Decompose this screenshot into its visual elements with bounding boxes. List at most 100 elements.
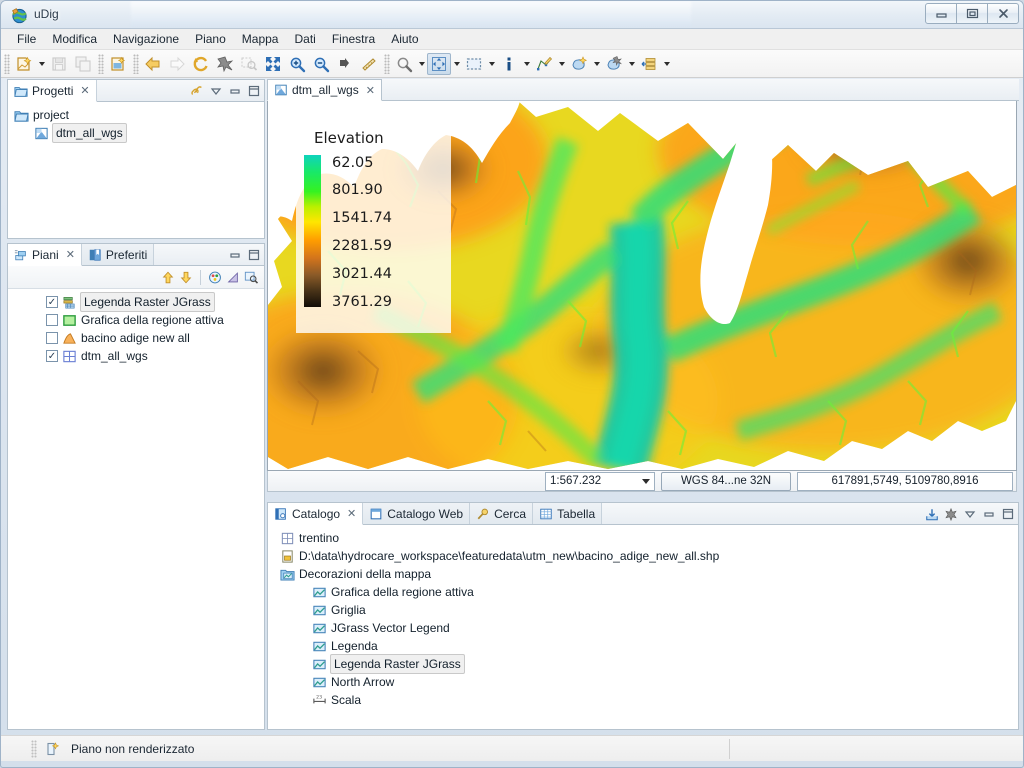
link-icon[interactable]	[190, 84, 204, 98]
new-page-button[interactable]	[106, 53, 130, 75]
layers-list[interactable]: ✓ Legenda Raster JGrass Grafica della re…	[8, 289, 264, 365]
view-menu-icon[interactable]	[209, 84, 223, 98]
layer-checkbox[interactable]	[46, 314, 58, 326]
layer-row-bacino-adige[interactable]: bacino adige new all	[14, 329, 264, 347]
tab-catalogo-web[interactable]: Catalogo Web	[363, 503, 471, 524]
style-icon[interactable]	[208, 270, 222, 284]
tab-dtm-all-wgs-editor-close[interactable]: ✕	[366, 84, 375, 97]
layer-row-grafica-regione[interactable]: Grafica della regione attiva	[14, 311, 264, 329]
delete-feature-dropdown[interactable]	[626, 53, 637, 75]
view-menu-icon[interactable]	[963, 507, 977, 521]
pan-tool-dropdown[interactable]	[451, 53, 462, 75]
catalog-row-trentino[interactable]: trentino	[280, 529, 1018, 547]
zoom-out-button[interactable]	[309, 53, 333, 75]
pan-tool-button[interactable]	[427, 52, 451, 75]
tree-item-project[interactable]: project	[14, 106, 264, 124]
tab-progetti-close[interactable]: ✕	[80, 84, 89, 97]
save-all-button[interactable]	[71, 53, 95, 75]
toolbar-grip-3[interactable]	[133, 53, 139, 74]
zoom-tool-button[interactable]	[392, 53, 416, 75]
zoom-selection-button[interactable]	[237, 53, 261, 75]
forward-button[interactable]	[165, 53, 189, 75]
toolbar-grip-4[interactable]	[384, 53, 390, 74]
maximize-view-icon[interactable]	[247, 248, 261, 262]
crs-button[interactable]: WGS 84...ne 32N	[661, 471, 791, 491]
maximize-view-icon[interactable]	[1001, 507, 1015, 521]
catalog-tree[interactable]: trentino D:\data\hydrocare_workspace\fea…	[268, 525, 1018, 729]
edit-geometry-dropdown[interactable]	[556, 53, 567, 75]
add-feature-dropdown[interactable]	[591, 53, 602, 75]
tab-cerca[interactable]: Cerca	[470, 503, 534, 524]
maximize-view-icon[interactable]	[247, 84, 261, 98]
layer-checkbox[interactable]: ✓	[46, 350, 58, 362]
tree-item-dtm[interactable]: dtm_all_wgs	[14, 123, 264, 143]
projects-tree[interactable]: project dtm_all_wgs	[8, 102, 264, 238]
move-up-icon[interactable]	[161, 270, 175, 284]
new-map-dropdown[interactable]	[36, 53, 47, 75]
catalog-row-jgrass-vector-legend[interactable]: JGrass Vector Legend	[280, 619, 1018, 637]
remove-icon[interactable]	[944, 507, 958, 521]
minimize-view-icon[interactable]	[228, 248, 242, 262]
stop-render-button[interactable]	[213, 53, 237, 75]
new-map-button[interactable]	[12, 53, 36, 75]
ruler-button[interactable]	[357, 53, 381, 75]
tab-catalogo-close[interactable]: ✕	[347, 507, 356, 520]
catalog-row-scala[interactable]: 23 Scala	[280, 691, 1018, 709]
select-box-button[interactable]	[462, 53, 486, 75]
scale-combo[interactable]: 1:567.232	[545, 471, 655, 491]
info-tool-button[interactable]	[497, 53, 521, 75]
back-button[interactable]	[141, 53, 165, 75]
tab-tabella[interactable]: Tabella	[533, 503, 603, 524]
catalog-row-decorazioni[interactable]: Decorazioni della mappa	[280, 565, 1018, 583]
menu-item-aiuto[interactable]: Aiuto	[383, 30, 426, 48]
minimize-view-icon[interactable]	[982, 507, 996, 521]
pan-next-button[interactable]	[333, 53, 357, 75]
info-tool-dropdown[interactable]	[521, 53, 532, 75]
layer-stack-dropdown[interactable]	[661, 53, 672, 75]
tab-catalogo[interactable]: Catalogo ✕	[268, 503, 364, 525]
minimize-view-icon[interactable]	[228, 84, 242, 98]
refresh-button[interactable]	[189, 53, 213, 75]
import-icon[interactable]	[925, 507, 939, 521]
select-box-dropdown[interactable]	[486, 53, 497, 75]
delete-feature-button[interactable]	[602, 53, 626, 75]
layer-row-dtm-all-wgs[interactable]: ✓ dtm_all_wgs	[14, 347, 264, 365]
map-canvas[interactable]: Elevation 62.05 801.90 1541.74 2281.59 3…	[267, 101, 1017, 471]
zoom-tool-dropdown[interactable]	[416, 53, 427, 75]
zoom-extent-button[interactable]	[261, 53, 285, 75]
maximize-button[interactable]	[956, 3, 988, 24]
layer-row-legenda-raster[interactable]: ✓ Legenda Raster JGrass	[14, 292, 264, 312]
menu-item-navigazione[interactable]: Navigazione	[105, 30, 187, 48]
tab-preferiti[interactable]: Preferiti	[81, 244, 155, 265]
tab-progetti[interactable]: Progetti ✕	[8, 80, 97, 102]
zoom-to-layer-icon[interactable]	[244, 270, 258, 284]
catalog-row-shapefile[interactable]: D:\data\hydrocare_workspace\featuredata\…	[280, 547, 1018, 565]
toolbar-grip-2[interactable]	[98, 53, 104, 74]
tab-piani-close[interactable]: ✕	[66, 248, 75, 261]
close-button[interactable]	[987, 3, 1019, 24]
layer-checkbox[interactable]	[46, 332, 58, 344]
add-feature-button[interactable]	[567, 53, 591, 75]
menu-item-piano[interactable]: Piano	[187, 30, 234, 48]
menu-item-finestra[interactable]: Finestra	[324, 30, 383, 48]
catalog-row-legenda-raster-jgrass[interactable]: Legenda Raster JGrass	[280, 654, 1018, 674]
edit-geometry-button[interactable]	[532, 53, 556, 75]
transparency-icon[interactable]	[226, 270, 240, 284]
tab-piani[interactable]: Piani ✕	[8, 244, 82, 266]
layer-checkbox[interactable]: ✓	[46, 296, 58, 308]
catalog-row-grafica-regione[interactable]: Grafica della regione attiva	[280, 583, 1018, 601]
menu-item-file[interactable]: File	[9, 30, 44, 48]
minimize-button[interactable]	[925, 3, 957, 24]
move-down-icon[interactable]	[179, 270, 193, 284]
toolbar-grip[interactable]	[4, 53, 10, 74]
save-button[interactable]	[47, 53, 71, 75]
catalog-row-griglia[interactable]: Griglia	[280, 601, 1018, 619]
menu-item-mappa[interactable]: Mappa	[234, 30, 287, 48]
layer-stack-button[interactable]	[637, 53, 661, 75]
catalog-row-north-arrow[interactable]: North Arrow	[280, 673, 1018, 691]
catalog-row-legenda[interactable]: Legenda	[280, 637, 1018, 655]
menu-item-modifica[interactable]: Modifica	[44, 30, 105, 48]
zoom-in-button[interactable]	[285, 53, 309, 75]
menu-item-dati[interactable]: Dati	[286, 30, 323, 48]
tab-dtm-all-wgs-editor[interactable]: dtm_all_wgs ✕	[267, 79, 382, 101]
